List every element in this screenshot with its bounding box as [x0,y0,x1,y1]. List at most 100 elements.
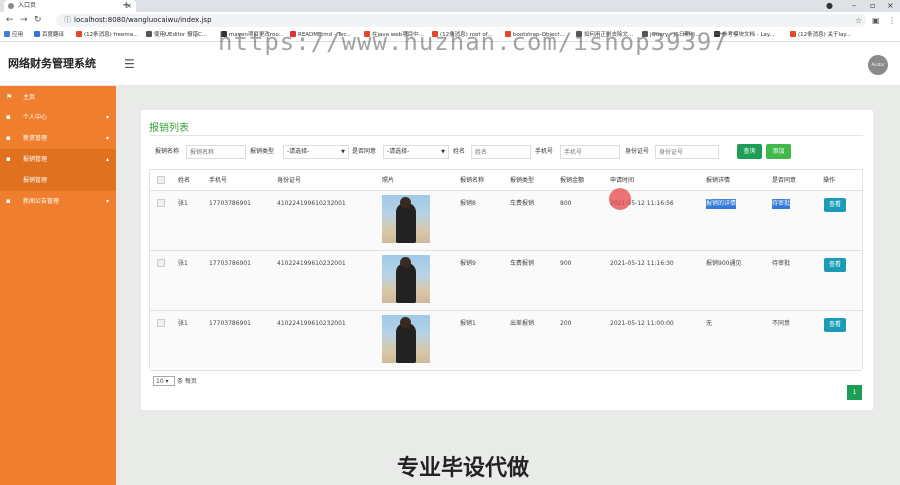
back-icon[interactable]: ← [6,14,14,27]
photo-head [400,257,411,268]
photo-person [396,203,416,243]
chevron-down-icon: ▾ [105,198,109,205]
cell-amount: 200 [560,320,572,327]
filter-label: 报销名称 [155,148,180,155]
reload-icon[interactable]: ↻ [34,14,42,27]
sidebar-item-reimbursement[interactable]: ▪ 报销管理 ▴ [0,149,116,170]
column-header: 身份证号 [277,177,302,184]
filter-label: 报销类型 [250,148,275,155]
query-button[interactable]: 查询 [737,144,762,159]
page-size-select[interactable]: 10 ▾ [153,376,175,386]
minimize-icon[interactable]: – [852,0,856,12]
bookmark-item[interactable]: (12条消息) 关于lay... [790,29,851,41]
photo-person [396,323,416,363]
filter-label: 姓名 [453,148,466,155]
sidebar-item-label: 报销管理 [23,156,48,163]
photo-head [400,197,411,208]
view-button[interactable]: 查看 [824,198,846,212]
watermark: https://www.huzhan.com/ishop39397 [218,28,728,56]
news-icon: ▪ [6,197,11,205]
chevron-down-icon: ▾ [105,135,109,142]
row-checkbox[interactable] [157,199,165,207]
avatar[interactable]: Avatar [868,55,888,75]
sidebar-subitem-reimbursement[interactable]: 报销管理 [0,170,116,191]
sidebar-item-news[interactable]: ▪ 新闻公告管理 ▾ [0,191,116,212]
filter-label: 是否同意 [352,148,377,155]
photo-thumbnail[interactable] [382,315,430,363]
csdn-icon [76,31,82,37]
cell-id: 410224199610232001 [277,260,346,267]
browser-tab[interactable]: 入口页 × [4,0,136,12]
select-all-checkbox[interactable] [157,176,165,184]
profile-icon[interactable]: ● [826,0,833,12]
puzzle-icon[interactable]: ▣ [872,14,880,27]
page-number-button[interactable]: 1 [847,385,862,400]
promo-banner-text: 专业毕设代做 [397,456,530,481]
flag-icon: ⚑ [6,93,13,101]
close-window-icon[interactable]: × [887,0,894,12]
sidebar-item-home[interactable]: ⚑ 主页 [0,87,116,108]
sidebar-item-label: 新闻公告管理 [23,198,60,205]
photo-thumbnail[interactable] [382,195,430,243]
url-field[interactable]: ⓘ localhost:8080/wangluocaiwu/index.jsp [56,14,866,27]
cell-detail: 无 [706,320,713,327]
cell-name: 张1 [178,320,188,327]
view-button[interactable]: 查看 [824,258,846,272]
chevron-down-icon: ▾ [105,114,109,121]
column-header: 手机号 [209,177,228,184]
row-checkbox[interactable] [157,319,165,327]
sidebar-item-label: 个人中心 [23,114,48,121]
maximize-icon[interactable]: ▫ [870,0,875,12]
cell-time: 2021-05-12 11:16:30 [610,260,674,267]
type-select[interactable]: -请选择- ▼ [283,145,349,159]
address-bar: ← → ↻ ⓘ localhost:8080/wangluocaiwu/index… [0,12,900,29]
sidebar-item-label: 报销管理 [23,177,48,184]
hamburger-icon[interactable]: ☰ [124,42,135,86]
user-icon: ▪ [6,113,11,121]
person-name-input[interactable] [471,145,531,159]
url-text: localhost:8080/wangluocaiwu/index.jsp [74,16,212,24]
sidebar-item-personal[interactable]: ▪ 个人中心 ▾ [0,107,116,128]
sidebar: ⚑ 主页 ▪ 个人中心 ▾ ▪ 新资管理 ▾ ▪ 报销管理 ▴ 报销管理 ▪ 新… [0,86,116,485]
menu-dots-icon[interactable]: ⋮ [888,14,896,27]
gear-icon: ▪ [6,134,11,142]
phone-input[interactable] [560,145,620,159]
sidebar-item-salary[interactable]: ▪ 新资管理 ▾ [0,128,116,149]
bookmark-item[interactable]: (12条消息) freema... [76,29,138,41]
photo-person [396,263,416,303]
new-tab-icon[interactable]: + [122,0,130,12]
cell-phone: 17703786901 [209,320,251,327]
reimbursement-name-input[interactable] [186,145,246,159]
bookmark-item[interactable]: 使用UEditor 报错C... [146,29,207,41]
page-size-control: 10 ▾ 条 每页 [153,376,197,387]
column-header: 姓名 [178,177,191,184]
id-number-input[interactable] [655,145,719,159]
cell-detail: 报销的详情 [706,199,737,209]
chevron-down-icon: ▼ [441,149,445,155]
cell-time: 2021-05-12 11:00:00 [610,320,674,327]
cell-agree: 待审批 [772,260,791,267]
bookmark-item[interactable]: 百度翻译 [34,29,64,41]
cell-title: 报销8 [460,200,476,207]
app-title: 网络财务管理系统 [8,57,96,70]
add-button[interactable]: 添加 [766,144,791,159]
table-row: 张1 17703786901 410224199610232001 报销8 车费… [150,191,862,251]
view-button[interactable]: 查看 [824,318,846,332]
column-header: 报销类型 [510,177,535,184]
forward-icon[interactable]: → [20,14,28,27]
cell-agree: 不同意 [772,320,791,327]
filter-label: 身份证号 [625,148,650,155]
row-checkbox[interactable] [157,259,165,267]
cell-phone: 17703786901 [209,260,251,267]
agree-select[interactable]: -请选择- ▼ [383,145,449,159]
per-page-label: 条 每页 [177,378,197,385]
cell-title: 报销1 [460,320,476,327]
star-icon[interactable]: ☆ [855,14,862,27]
cell-agree: 待审批 [772,199,791,209]
cell-name: 张1 [178,260,188,267]
cell-name: 张1 [178,200,188,207]
photo-thumbnail[interactable] [382,255,430,303]
column-header: 报销金额 [560,177,585,184]
bookmark-item[interactable]: 应用 [4,29,23,41]
filter-label: 手机号 [535,148,554,155]
